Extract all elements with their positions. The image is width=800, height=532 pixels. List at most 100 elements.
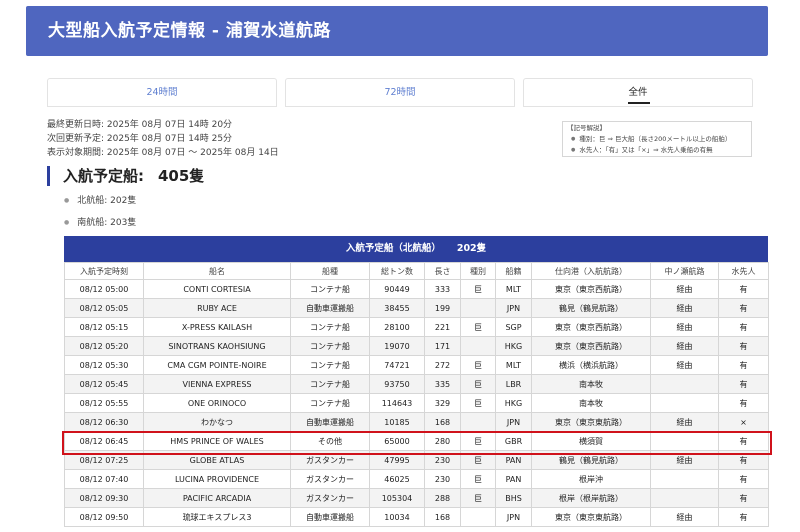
- page-header: 大型船入航予定情報 - 浦賀水道航路: [26, 6, 768, 56]
- col-class-header: 種別: [460, 262, 496, 280]
- col-length-cell: 288: [424, 488, 461, 508]
- col-ship-type-header: 船種: [290, 262, 370, 280]
- tab-all-label: 全件: [628, 87, 648, 98]
- col-class-cell: 巨: [460, 393, 496, 413]
- col-destination-cell: 東京（東京西航路）: [531, 279, 651, 299]
- legend-item-pilot: 水先人：「有」又は「×」⇒ 水先人乗船の有無: [567, 145, 747, 156]
- col-length-cell: 221: [424, 317, 461, 337]
- direction-counts: 北航船: 202隻 南航船: 203隻: [64, 194, 136, 238]
- table-row: 08/12 05:00 CONTI CORTESIA コンテナ船 90449 333 巨 M…: [64, 279, 769, 299]
- col-destination-cell: 根岸沖: [531, 469, 651, 489]
- col-ship-name-cell: SINOTRANS KAOHSIUNG: [143, 336, 291, 356]
- table-row: 08/12 05:45 VIENNA EXPRESS コンテナ船 93750 335 巨 L…: [64, 374, 769, 394]
- col-nakanose-cell: 経由: [650, 336, 719, 356]
- col-nakanose-cell: [650, 393, 719, 413]
- col-ship-name-cell: わかなつ: [143, 412, 291, 432]
- col-destination-cell: 東京（東京東航路）: [531, 412, 651, 432]
- col-ship-type-cell: ガスタンカー: [290, 469, 370, 489]
- col-ship-type-cell: 自動車運搬船: [290, 412, 370, 432]
- section-title: 入航予定船:: [63, 167, 144, 185]
- table-row: 08/12 05:55 ONE ORINOCO コンテナ船 114643 329 巨 HKG…: [64, 393, 769, 413]
- col-ship-name-cell: 琉球エキスプレス3: [143, 507, 291, 527]
- col-nakanose-cell: 経由: [650, 279, 719, 299]
- col-pilot-cell: 有: [718, 450, 769, 470]
- col-pilot-cell: 有: [718, 374, 769, 394]
- col-nakanose-cell: [650, 488, 719, 508]
- col-length-cell: 280: [424, 431, 461, 451]
- northbound-table: 入航予定船（北航船） 202隻 入航予定時刻 船名 船種 総トン数 長さ 種別 船籍 仕向港（入…: [64, 236, 769, 527]
- col-length-cell: 230: [424, 469, 461, 489]
- col-flag-cell: PAN: [495, 450, 532, 470]
- col-ship-type-cell: ガスタンカー: [290, 488, 370, 508]
- col-gross-tonnage-cell: 114643: [369, 393, 425, 413]
- col-length-cell: 329: [424, 393, 461, 413]
- col-time-cell: 08/12 05:20: [64, 336, 144, 356]
- col-time-cell: 08/12 07:25: [64, 450, 144, 470]
- col-class-cell: 巨: [460, 374, 496, 394]
- col-class-cell: 巨: [460, 450, 496, 470]
- col-length-cell: 333: [424, 279, 461, 299]
- next-update-text: 次回更新予定: 2025年 08月 07日 14時 25分: [47, 134, 233, 144]
- active-tab-underline: [628, 102, 650, 104]
- col-destination-cell: 南本牧: [531, 393, 651, 413]
- col-nakanose-cell: 経由: [650, 298, 719, 318]
- col-ship-type-cell: コンテナ船: [290, 374, 370, 394]
- col-time-cell: 08/12 06:30: [64, 412, 144, 432]
- col-class-cell: 巨: [460, 279, 496, 299]
- col-time-cell: 08/12 09:30: [64, 488, 144, 508]
- col-time-cell: 08/12 07:40: [64, 469, 144, 489]
- north-count: 北航船: 202隻: [64, 194, 136, 216]
- tab-24h[interactable]: 24時間: [47, 78, 277, 107]
- tab-all[interactable]: 全件: [523, 78, 753, 107]
- col-length-cell: 199: [424, 298, 461, 318]
- col-ship-name-cell: X-PRESS KAILASH: [143, 317, 291, 337]
- col-gross-tonnage-cell: 93750: [369, 374, 425, 394]
- col-ship-name-cell: VIENNA EXPRESS: [143, 374, 291, 394]
- col-ship-name-cell: RUBY ACE: [143, 298, 291, 318]
- col-ship-name-cell: HMS PRINCE OF WALES: [143, 431, 291, 451]
- col-gross-tonnage-cell: 38455: [369, 298, 425, 318]
- col-flag-cell: PAN: [495, 469, 532, 489]
- table-count: 202隻: [456, 243, 487, 254]
- col-pilot-cell: 有: [718, 355, 769, 375]
- tab-72h[interactable]: 72時間: [285, 78, 515, 107]
- col-time-cell: 08/12 05:15: [64, 317, 144, 337]
- col-destination-cell: 東京（東京西航路）: [531, 336, 651, 356]
- col-gross-tonnage-cell: 46025: [369, 469, 425, 489]
- col-destination-cell: 横浜（横浜航路）: [531, 355, 651, 375]
- col-nakanose-cell: 経由: [650, 317, 719, 337]
- legend-item-type: 種別：巨 ⇒ 巨大船（長さ200メートル以上の船舶）: [567, 134, 747, 145]
- col-length-cell: 171: [424, 336, 461, 356]
- col-destination-cell: 横須賀: [531, 431, 651, 451]
- south-count: 南航船: 203隻: [64, 216, 136, 238]
- col-ship-type-cell: コンテナ船: [290, 355, 370, 375]
- col-flag-cell: LBR: [495, 374, 532, 394]
- col-flag-cell: GBR: [495, 431, 532, 451]
- col-gross-tonnage-cell: 74721: [369, 355, 425, 375]
- col-pilot-cell: 有: [718, 507, 769, 527]
- col-flag-cell: JPN: [495, 412, 532, 432]
- col-pilot-cell: 有: [718, 317, 769, 337]
- col-ship-name-cell: LUCINA PROVIDENCE: [143, 469, 291, 489]
- col-destination-cell: 根岸（根岸航路）: [531, 488, 651, 508]
- col-length-cell: 335: [424, 374, 461, 394]
- section-heading: 入航予定船: 405隻: [47, 166, 204, 186]
- col-destination-cell: 南本牧: [531, 374, 651, 394]
- col-nakanose-cell: [650, 374, 719, 394]
- col-pilot-header: 水先人: [718, 262, 769, 280]
- col-length-header: 長さ: [424, 262, 461, 280]
- table-row: 08/12 07:40 LUCINA PROVIDENCE ガスタンカー 46025 2…: [64, 469, 769, 489]
- col-flag-cell: JPN: [495, 298, 532, 318]
- col-flag-cell: SGP: [495, 317, 532, 337]
- col-ship-type-cell: コンテナ船: [290, 336, 370, 356]
- col-time-cell: 08/12 05:45: [64, 374, 144, 394]
- col-nakanose-cell: 経由: [650, 355, 719, 375]
- col-ship-type-cell: その他: [290, 431, 370, 451]
- table-row: 08/12 09:50 琉球エキスプレス3 自動車運搬船 10034 168 JPN 東京（…: [64, 507, 769, 527]
- col-destination-header: 仕向港（入航航路）: [531, 262, 651, 280]
- table-title-bar: 入航予定船（北航船） 202隻: [64, 236, 768, 262]
- col-time-cell: 08/12 09:50: [64, 507, 144, 527]
- col-ship-name-cell: ONE ORINOCO: [143, 393, 291, 413]
- table-row: 08/12 05:20 SINOTRANS KAOHSIUNG コンテナ船 19070…: [64, 336, 769, 356]
- col-nakanose-header: 中ノ瀬航路: [650, 262, 719, 280]
